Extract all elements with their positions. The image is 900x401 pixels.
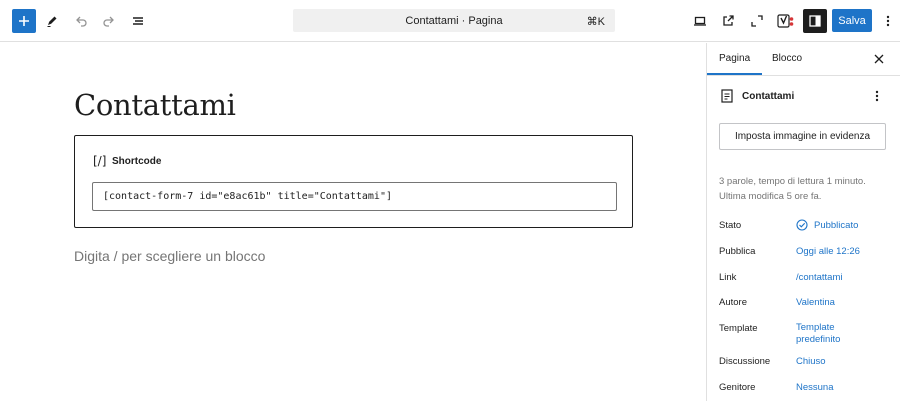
more-vertical-icon[interactable] bbox=[875, 89, 879, 103]
save-button[interactable]: Salva bbox=[832, 9, 872, 32]
shortcode-block-label: Shortcode bbox=[112, 156, 162, 167]
field-label: Template bbox=[719, 323, 758, 334]
tab-pagina[interactable]: Pagina bbox=[719, 53, 750, 64]
document-overview-button[interactable] bbox=[126, 9, 150, 33]
author-link[interactable]: Valentina bbox=[796, 297, 886, 309]
editor-canvas: Contattami [/] Shortcode [contact-form-7… bbox=[0, 43, 706, 401]
document-summary: Contattami bbox=[719, 88, 889, 104]
page-icon bbox=[721, 89, 733, 103]
view-page-button[interactable] bbox=[716, 9, 740, 33]
external-link-icon bbox=[723, 15, 734, 26]
published-status-icon bbox=[796, 219, 808, 231]
plus-icon bbox=[19, 16, 29, 26]
document-name: Contattami bbox=[742, 91, 795, 102]
field-label: Discussione bbox=[719, 356, 771, 367]
discussion-link[interactable]: Chiuso bbox=[796, 356, 886, 368]
publish-date-link[interactable]: Oggi alle 12:26 bbox=[796, 246, 886, 258]
page-title[interactable]: Contattami bbox=[74, 88, 236, 122]
parent-link[interactable]: Nessuna bbox=[796, 382, 886, 394]
command-palette-bar[interactable]: Contattami · Pagina ⌘K bbox=[293, 9, 615, 32]
undo-icon bbox=[76, 16, 87, 27]
close-icon bbox=[874, 54, 884, 64]
field-label: Genitore bbox=[719, 382, 756, 393]
more-vertical-icon bbox=[886, 15, 890, 27]
add-block-button[interactable] bbox=[12, 9, 36, 33]
close-sidebar-button[interactable] bbox=[871, 51, 887, 67]
pencil-icon bbox=[47, 16, 57, 27]
document-stats: 3 parole, tempo di lettura 1 minuto. Ult… bbox=[719, 174, 894, 204]
yoast-seo-button[interactable] bbox=[774, 9, 798, 33]
tab-blocco[interactable]: Blocco bbox=[772, 53, 802, 64]
field-label: Autore bbox=[719, 297, 747, 308]
field-label: Pubblica bbox=[719, 246, 756, 257]
last-modified-text: Ultima modifica 5 ore fa. bbox=[719, 191, 822, 202]
sidebar-tabs: Pagina Blocco bbox=[707, 43, 900, 76]
template-link[interactable]: Template predefinito bbox=[796, 322, 866, 346]
list-view-icon bbox=[133, 17, 143, 25]
fullscreen-icon bbox=[751, 15, 763, 27]
command-shortcut: ⌘K bbox=[586, 16, 605, 28]
desktop-preview-icon bbox=[694, 16, 706, 26]
field-label: Link bbox=[719, 272, 737, 283]
tools-button[interactable] bbox=[40, 9, 64, 33]
shortcode-icon: [/] bbox=[93, 154, 107, 168]
settings-toggle-button[interactable] bbox=[803, 9, 827, 33]
active-tab-indicator bbox=[707, 73, 762, 75]
field-label: Stato bbox=[719, 220, 742, 231]
document-title: Contattami · Pagina bbox=[405, 15, 503, 27]
status-link[interactable]: Pubblicato bbox=[814, 220, 900, 232]
shortcode-block[interactable]: [/] Shortcode [contact-form-7 id="e8ac61… bbox=[74, 135, 633, 228]
zoom-out-button[interactable] bbox=[745, 9, 769, 33]
settings-sidebar: Pagina Blocco Contattami Imposta immagin… bbox=[706, 43, 900, 401]
redo-button[interactable] bbox=[97, 9, 121, 33]
undo-button[interactable] bbox=[69, 9, 93, 33]
block-placeholder[interactable]: Digita / per scegliere un blocco bbox=[74, 248, 265, 264]
word-count-text: 3 parole, tempo di lettura 1 minuto. bbox=[719, 176, 866, 187]
preview-button[interactable] bbox=[688, 9, 712, 33]
permalink-link[interactable]: /contattami bbox=[796, 272, 886, 284]
shortcode-input[interactable]: [contact-form-7 id="e8ac61b" title="Cont… bbox=[92, 182, 617, 211]
sidebar-settings-icon bbox=[809, 15, 821, 27]
redo-icon bbox=[103, 16, 114, 27]
set-featured-image-button[interactable]: Imposta immagine in evidenza bbox=[719, 123, 886, 150]
yoast-icon bbox=[777, 14, 794, 28]
editor-top-toolbar: Contattami · Pagina ⌘K Salva bbox=[0, 0, 900, 42]
options-button[interactable] bbox=[876, 9, 900, 33]
